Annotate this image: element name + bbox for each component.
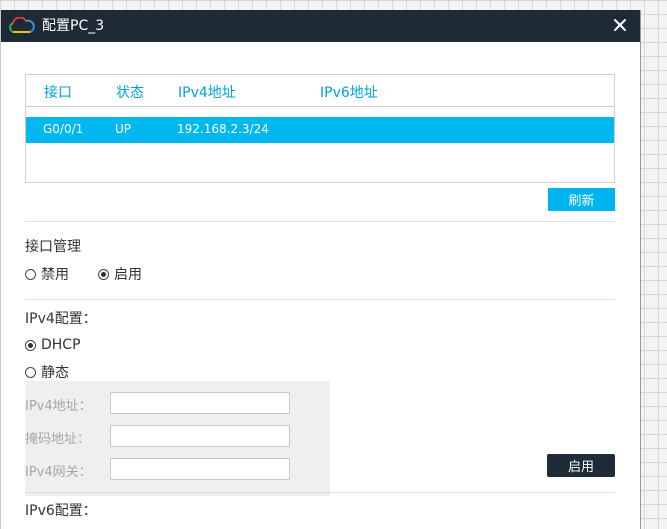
cell-ipv4: 192.168.2.3/24 — [177, 122, 269, 136]
enable-radio-button[interactable] — [98, 268, 109, 280]
column-header-ipv6: IPv6地址 — [320, 85, 378, 101]
interface-management-label: 接口管理 — [25, 239, 81, 255]
dhcp-radio-button[interactable] — [25, 339, 36, 351]
ipv4-address-input[interactable] — [110, 392, 290, 414]
interface-table: 接口 状态 IPv4地址 IPv6地址 G0/0/1 UP 192.168.2.… — [25, 74, 615, 183]
column-header-interface: 接口 — [44, 85, 72, 101]
window-title: 配置PC_3 — [42, 18, 105, 34]
dhcp-radio-label: DHCP — [41, 337, 81, 353]
table-header: 接口 状态 IPv4地址 IPv6地址 — [26, 75, 614, 107]
column-header-ipv4: IPv4地址 — [178, 85, 236, 101]
divider — [25, 299, 615, 300]
column-header-status: 状态 — [116, 85, 144, 101]
cloud-logo-icon — [9, 17, 35, 33]
ipv6-config-label: IPv6配置： — [25, 503, 97, 519]
refresh-button[interactable]: 刷新 — [548, 188, 615, 211]
static-radio[interactable]: 静态 — [25, 362, 69, 382]
config-dialog: 配置PC_3 接口 状态 IPv4地址 IPv6地址 G0/0/1 UP 192… — [0, 10, 641, 529]
static-ip-panel: IPv4地址： 掩码地址： IPv4网关： — [25, 381, 330, 496]
table-row[interactable]: G0/0/1 UP 192.168.2.3/24 — [26, 117, 614, 143]
dhcp-radio[interactable]: DHCP — [25, 337, 81, 353]
close-icon[interactable] — [610, 15, 630, 35]
apply-button[interactable]: 启用 — [547, 454, 615, 477]
cell-interface: G0/0/1 — [43, 122, 84, 136]
disable-radio[interactable]: 禁用 — [25, 264, 69, 284]
ipv4-gateway-label: IPv4网关： — [25, 465, 92, 480]
subnet-mask-label: 掩码地址： — [25, 432, 91, 447]
disable-radio-label: 禁用 — [41, 267, 69, 283]
subnet-mask-input[interactable] — [110, 425, 290, 447]
divider — [25, 221, 615, 222]
title-bar: 配置PC_3 — [1, 10, 640, 42]
static-radio-button[interactable] — [25, 366, 36, 378]
ipv4-address-label: IPv4地址： — [25, 399, 92, 414]
divider — [25, 492, 615, 493]
ipv4-config-label: IPv4配置： — [25, 311, 97, 327]
enable-radio-label: 启用 — [114, 267, 142, 283]
ipv4-gateway-input[interactable] — [110, 458, 290, 480]
disable-radio-button[interactable] — [25, 268, 36, 280]
enable-radio[interactable]: 启用 — [98, 264, 142, 284]
cell-status: UP — [115, 122, 132, 136]
static-radio-label: 静态 — [41, 365, 69, 381]
